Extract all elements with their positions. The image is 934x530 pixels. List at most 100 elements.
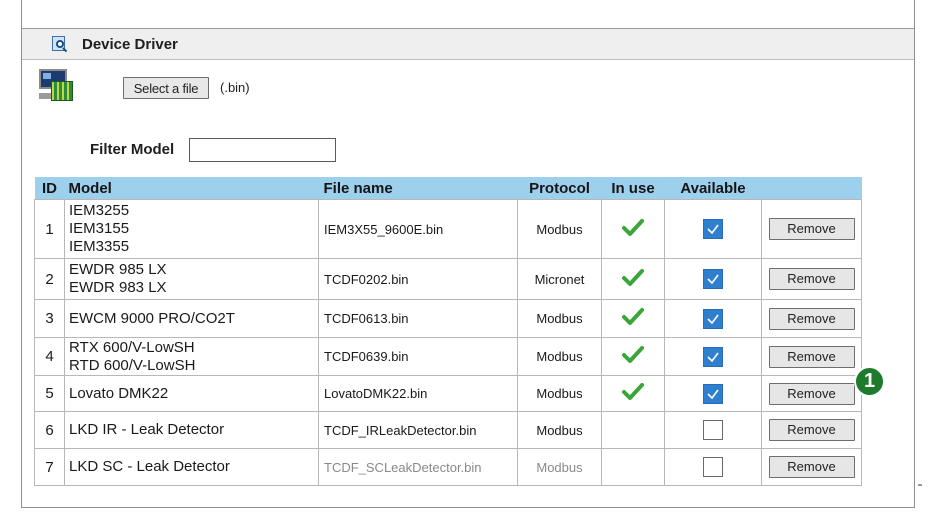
drivers-table: ID Model File name Protocol In use Avail… bbox=[34, 177, 862, 486]
cell-available bbox=[664, 375, 762, 412]
cell-file-name: TCDF0639.bin bbox=[318, 337, 518, 376]
cell-available bbox=[664, 411, 762, 449]
cell-file-name: TCDF0613.bin bbox=[318, 299, 518, 338]
remove-button[interactable]: Remove bbox=[768, 345, 855, 368]
cell-id: 7 bbox=[34, 448, 65, 486]
cell-available bbox=[664, 258, 762, 300]
available-checkbox[interactable] bbox=[703, 346, 723, 367]
model-name: IEM3355 bbox=[69, 238, 130, 255]
cell-protocol: Modbus bbox=[517, 199, 602, 259]
cell-in-use bbox=[601, 299, 665, 338]
device-driver-panel: Device Driver Select a file (.bin) Filte… bbox=[21, 0, 915, 508]
cell-available bbox=[664, 337, 762, 376]
device-board-icon bbox=[39, 69, 75, 103]
cell-model: RTX 600/V-LowSH RTD 600/V-LowSH bbox=[64, 337, 319, 376]
cell-model: IEM3255 IEM3155 IEM3355 bbox=[64, 199, 319, 259]
table-row: 7 LKD SC - Leak Detector TCDF_SCLeakDetect… bbox=[34, 448, 862, 486]
cell-in-use bbox=[601, 411, 665, 449]
cell-in-use bbox=[601, 448, 665, 486]
search-document-icon bbox=[52, 36, 68, 53]
cell-model: LKD IR - Leak Detector bbox=[64, 411, 319, 449]
cell-id: 5 bbox=[34, 375, 65, 412]
cell-protocol: Modbus bbox=[517, 299, 602, 338]
remove-button[interactable]: Remove bbox=[768, 218, 855, 240]
divider-mark bbox=[918, 484, 922, 486]
cell-id: 2 bbox=[34, 258, 65, 300]
cell-protocol: Modbus bbox=[517, 375, 602, 412]
col-header-model: Model bbox=[64, 177, 319, 200]
model-name: IEM3255 bbox=[69, 202, 130, 219]
file-extension-hint: (.bin) bbox=[220, 80, 250, 95]
cell-action: Remove bbox=[761, 337, 862, 376]
cell-in-use bbox=[601, 337, 665, 376]
model-name: IEM3155 bbox=[69, 220, 130, 237]
cell-file-name: IEM3X55_9600E.bin bbox=[318, 199, 518, 259]
model-name: RTD 600/V-LowSH bbox=[69, 356, 196, 374]
cell-protocol: Modbus bbox=[517, 411, 602, 449]
cell-protocol: Modbus bbox=[517, 448, 602, 486]
cell-id: 3 bbox=[34, 299, 65, 338]
checkmark-icon bbox=[621, 268, 645, 291]
available-checkbox[interactable] bbox=[703, 457, 723, 477]
cell-in-use bbox=[601, 199, 665, 259]
cell-action: Remove bbox=[761, 258, 862, 300]
model-name: EWDR 985 LX bbox=[69, 261, 167, 278]
cell-in-use bbox=[601, 258, 665, 300]
panel-title: Device Driver bbox=[82, 35, 178, 53]
cell-file-name: TCDF0202.bin bbox=[318, 258, 518, 300]
available-checkbox[interactable] bbox=[703, 420, 723, 440]
table-row: 2 EWDR 985 LX EWDR 983 LX TCDF0202.bin Micro… bbox=[34, 258, 862, 300]
panel-header: Device Driver bbox=[22, 28, 914, 60]
cell-available bbox=[664, 299, 762, 338]
cell-id: 6 bbox=[34, 411, 65, 449]
col-header-in-use: In use bbox=[601, 177, 665, 200]
model-name: LKD SC - Leak Detector bbox=[69, 458, 230, 475]
col-header-available: Available bbox=[664, 177, 762, 200]
col-header-id: ID bbox=[34, 177, 65, 200]
table-row: 5 Lovato DMK22 LovatoDMK22.bin Modbus Remove bbox=[34, 375, 862, 412]
filter-model-input[interactable] bbox=[189, 138, 336, 162]
col-header-protocol: Protocol bbox=[517, 177, 602, 200]
table-row: 6 LKD IR - Leak Detector TCDF_IRLeakDetect… bbox=[34, 411, 862, 449]
callout-badge: 1 bbox=[854, 366, 885, 397]
model-name: EWCM 9000 PRO/CO2T bbox=[69, 309, 235, 327]
checkmark-icon bbox=[621, 307, 645, 330]
cell-model: EWCM 9000 PRO/CO2T bbox=[64, 299, 319, 338]
available-checkbox[interactable] bbox=[703, 219, 723, 239]
cell-file-name: TCDF_IRLeakDetector.bin bbox=[318, 411, 518, 449]
cell-action: Remove bbox=[761, 299, 862, 338]
cell-action: Remove bbox=[761, 199, 862, 259]
remove-button[interactable]: Remove bbox=[768, 419, 855, 441]
cell-model: LKD SC - Leak Detector bbox=[64, 448, 319, 486]
cell-id: 4 bbox=[34, 337, 65, 376]
remove-button[interactable]: Remove bbox=[768, 307, 855, 330]
available-checkbox[interactable] bbox=[703, 383, 723, 404]
cell-action: Remove bbox=[761, 375, 862, 412]
checkmark-icon bbox=[621, 218, 645, 241]
model-name: RTX 600/V-LowSH bbox=[69, 338, 195, 356]
table-row: 1 IEM3255 IEM3155 IEM3355 IEM3X55_9600E.bin M… bbox=[34, 199, 862, 259]
cell-available bbox=[664, 199, 762, 259]
filter-model-label: Filter Model bbox=[90, 141, 175, 158]
table-row: 3 EWCM 9000 PRO/CO2T TCDF0613.bin Modbus Rem… bbox=[34, 299, 862, 338]
remove-button[interactable]: Remove bbox=[768, 268, 855, 290]
cell-action: Remove bbox=[761, 411, 862, 449]
cell-file-name: LovatoDMK22.bin bbox=[318, 375, 518, 412]
cell-protocol: Micronet bbox=[517, 258, 602, 300]
cell-action: Remove bbox=[761, 448, 862, 486]
available-checkbox[interactable] bbox=[703, 308, 723, 329]
model-name: LKD IR - Leak Detector bbox=[69, 421, 225, 438]
table-row: 4 RTX 600/V-LowSH RTD 600/V-LowSH TCDF0639.… bbox=[34, 337, 862, 376]
cell-file-name: TCDF_SCLeakDetector.bin bbox=[318, 448, 518, 486]
select-file-button[interactable]: Select a file bbox=[123, 77, 209, 99]
available-checkbox[interactable] bbox=[703, 269, 723, 289]
cell-id: 1 bbox=[34, 199, 65, 259]
cell-model: Lovato DMK22 bbox=[64, 375, 319, 412]
col-header-file-name: File name bbox=[318, 177, 518, 200]
cell-model: EWDR 985 LX EWDR 983 LX bbox=[64, 258, 319, 300]
remove-button[interactable]: Remove bbox=[768, 456, 855, 478]
checkmark-icon bbox=[621, 345, 645, 368]
table-header-row: ID Model File name Protocol In use Avail… bbox=[34, 177, 862, 200]
checkmark-icon bbox=[621, 382, 645, 405]
remove-button[interactable]: Remove bbox=[768, 382, 855, 405]
